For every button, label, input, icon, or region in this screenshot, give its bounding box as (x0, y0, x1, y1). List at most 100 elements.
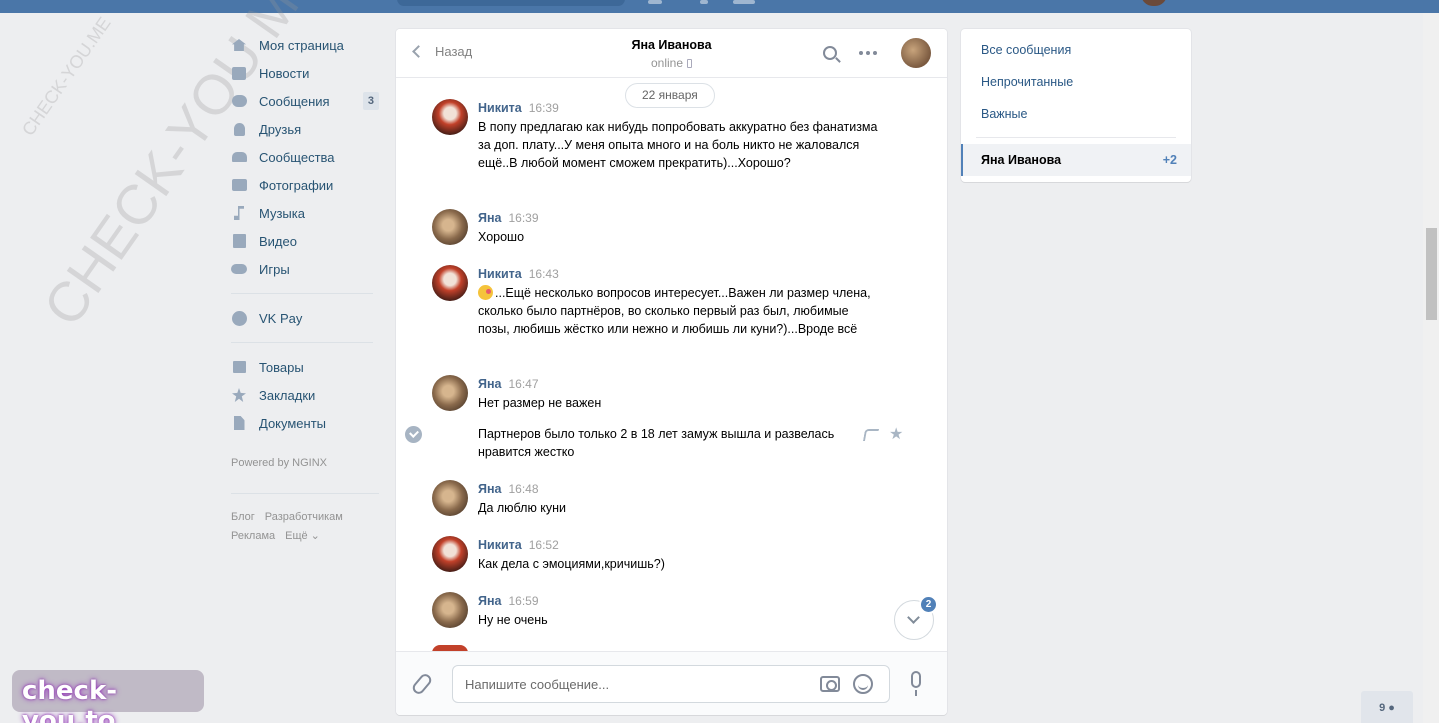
left-menu: Моя страница Новости Сообщения 3 Друзья … (229, 31, 379, 546)
nav-communities[interactable]: Сообщества (229, 143, 379, 171)
message-author: Яна 16:39 (478, 211, 539, 225)
home-icon (231, 37, 247, 53)
music-player-icon[interactable] (733, 0, 755, 4)
chat-panel: Назад Яна Иванова online 22 января Никит… (396, 29, 947, 715)
nav-music[interactable]: Музыка (229, 199, 379, 227)
message-text: Ну не очень (478, 613, 548, 627)
footer-links: Блог Разработчикам Реклама Ещё ⌄ (231, 493, 379, 546)
message-author: Яна 16:47 (478, 377, 539, 391)
avatar[interactable] (432, 265, 468, 301)
online-friends-button[interactable]: 9 ● (1361, 691, 1413, 723)
author-name[interactable]: Яна (478, 211, 502, 225)
active-conversation[interactable]: Яна Иванова +2 (961, 144, 1191, 176)
games-icon (231, 261, 247, 277)
bell-icon[interactable] (700, 0, 708, 4)
chat-status: online (396, 56, 947, 70)
chat-title[interactable]: Яна Иванова (396, 38, 947, 52)
conversation-name: Яна Иванова (981, 153, 1062, 167)
header-search-input[interactable] (397, 0, 625, 6)
nav-vkpay[interactable]: VK Pay (229, 304, 379, 332)
emoji-kiss-icon (478, 285, 493, 300)
author-name[interactable]: Никита (478, 267, 522, 281)
brand-watermark: check-you.to (12, 670, 204, 723)
top-header (0, 0, 1439, 13)
star-icon (231, 387, 247, 403)
scrollbar-thumb[interactable] (1426, 228, 1437, 320)
nav-news[interactable]: Новости (229, 59, 379, 87)
video-icon (231, 233, 247, 249)
nav-documents[interactable]: Документы (229, 409, 379, 437)
avatar[interactable] (432, 375, 468, 411)
attach-icon[interactable] (410, 671, 434, 697)
avatar[interactable] (432, 99, 468, 135)
divider (976, 137, 1176, 138)
message-time[interactable]: 16:47 (509, 377, 539, 391)
nav-label: Закладки (259, 387, 316, 403)
nav-photos[interactable]: Фотографии (229, 171, 379, 199)
message-text: ...Ещё несколько вопросов интересует...В… (478, 284, 878, 338)
footer-dev-link[interactable]: Разработчикам (265, 511, 343, 523)
nav-messages[interactable]: Сообщения 3 (229, 87, 379, 115)
message-time[interactable]: 16:39 (509, 211, 539, 225)
message-author: Яна 16:59 (478, 594, 539, 608)
nav-bookmarks[interactable]: Закладки (229, 381, 379, 409)
message-time[interactable]: 16:39 (529, 101, 559, 115)
communities-icon (231, 149, 247, 165)
footer-ads-link[interactable]: Реклама (231, 530, 275, 542)
nav-games[interactable]: Игры (229, 255, 379, 283)
microphone-icon[interactable] (911, 671, 921, 696)
emoji-icon[interactable] (853, 674, 873, 694)
message-filters-panel: Все сообщения Непрочитанные Важные Яна И… (961, 29, 1191, 182)
avatar[interactable] (432, 536, 468, 572)
message-time[interactable]: 16:52 (529, 538, 559, 552)
scroll-to-bottom-button[interactable]: 2 (894, 595, 938, 640)
play-icon[interactable] (648, 0, 662, 4)
author-name[interactable]: Яна (478, 594, 502, 608)
nav-label: Игры (259, 261, 290, 277)
nav-label: VK Pay (259, 310, 303, 326)
message-time[interactable]: 16:43 (529, 267, 559, 281)
messages-icon (231, 93, 247, 109)
footer-more-link[interactable]: Ещё ⌄ (285, 530, 320, 542)
message-time[interactable]: 16:48 (509, 482, 539, 496)
message-text: Как дела с эмоциями,кричишь?) (478, 557, 665, 571)
message-time[interactable]: 16:59 (509, 594, 539, 608)
message-text[interactable]: Партнеров было только 2 в 18 лет замуж в… (478, 425, 858, 461)
message-author: Никита 16:52 (478, 538, 559, 552)
author-name[interactable]: Никита (478, 101, 522, 115)
footer-blog-link[interactable]: Блог (231, 511, 255, 523)
search-icon[interactable] (823, 46, 837, 60)
chat-avatar[interactable] (901, 38, 931, 68)
header-avatar[interactable] (1141, 0, 1167, 6)
star-icon[interactable]: ★ (889, 424, 903, 444)
more-icon[interactable] (859, 51, 877, 55)
message-text: В попу предлагаю как нибудь попробовать … (478, 120, 878, 170)
chat-header: Назад Яна Иванова online (396, 29, 947, 78)
message-input-box[interactable] (452, 665, 890, 703)
author-name[interactable]: Никита (478, 538, 522, 552)
filter-unread[interactable]: Непрочитанные (981, 75, 1073, 89)
reply-icon[interactable] (862, 429, 880, 441)
nav-friends[interactable]: Друзья (229, 115, 379, 143)
camera-icon[interactable] (820, 676, 840, 692)
filter-all-messages[interactable]: Все сообщения (981, 43, 1071, 57)
message-text-body: ...Ещё несколько вопросов интересует...В… (478, 286, 871, 336)
date-divider: 22 января (625, 83, 715, 108)
nav-divider (231, 342, 373, 343)
scrollbar-track[interactable] (1423, 13, 1439, 723)
avatar[interactable] (432, 592, 468, 628)
avatar[interactable] (432, 209, 468, 245)
music-icon (231, 205, 247, 221)
bag-icon (231, 359, 247, 375)
author-name[interactable]: Яна (478, 377, 502, 391)
nav-label: Сообщения (259, 93, 330, 109)
nav-video[interactable]: Видео (229, 227, 379, 255)
nav-market[interactable]: Товары (229, 353, 379, 381)
message-input[interactable] (465, 675, 805, 693)
nav-my-page[interactable]: Моя страница (229, 31, 379, 59)
filter-important[interactable]: Важные (981, 107, 1028, 121)
message-text: Нет размер не важен (478, 396, 602, 410)
avatar[interactable] (432, 480, 468, 516)
selected-check-icon[interactable] (405, 426, 422, 443)
author-name[interactable]: Яна (478, 482, 502, 496)
